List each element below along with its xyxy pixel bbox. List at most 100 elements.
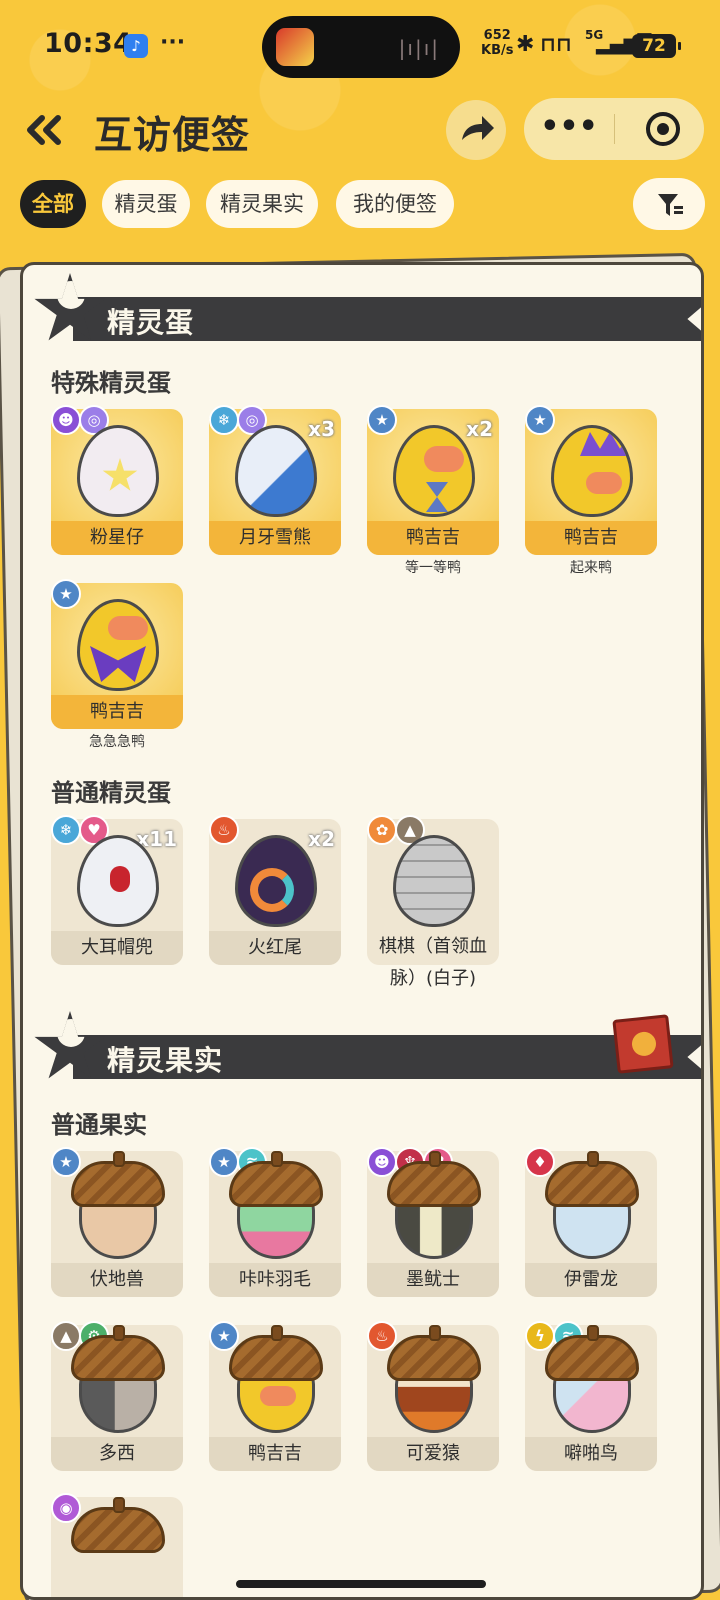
notes-paper: 精灵蛋 特殊精灵蛋 ☻ ◎ 粉星仔 ❄ ◎ x3 月牙雪熊 ★ x2 鸭吉吉 等… [20, 262, 704, 1600]
leader-attr-icon: ✿ [367, 815, 397, 845]
egg-variant: 等一等鸭 [405, 560, 461, 576]
tab-fruits[interactable]: 精灵果实 [206, 180, 318, 228]
tab-my-notes[interactable]: 我的便签 [336, 180, 454, 228]
egg-tile[interactable]: ☻ ◎ 粉星仔 [51, 405, 183, 555]
section-title-fruits: 精灵果实 [107, 1044, 224, 1077]
fruit-tile[interactable]: ★ 伏地兽 [51, 1147, 183, 1297]
egg-variant: 急急急鸭 [89, 734, 145, 750]
egg-tile[interactable]: ❄ ♥ x11 大耳帽兜 [51, 815, 183, 965]
magic-attr-icon: ◉ [51, 1493, 81, 1523]
subhead-special-eggs: 特殊精灵蛋 [51, 369, 171, 397]
fruit-tile[interactable]: ★ ≋ 咔咔羽毛 [209, 1147, 341, 1297]
fire-attr-icon: ♨ [209, 815, 239, 845]
ghost-attr-icon: ☻ [51, 405, 81, 435]
subhead-normal-eggs: 普通精灵蛋 [51, 779, 171, 807]
game-app-icon [276, 28, 314, 66]
egg-name: 鸭吉吉 [525, 521, 657, 555]
egg-name: 月牙雪熊 [209, 521, 341, 555]
acorn-cap [229, 1161, 323, 1207]
share-button[interactable] [446, 100, 506, 160]
dynamic-island[interactable]: |ı|ı| [262, 16, 460, 78]
monkey-badge-icon [612, 1014, 674, 1074]
status-bar: 10:34 ♪ ··· |ı|ı| 652 KB/s ✱ ⊓⊓ 5G ▂▄▆█ … [0, 0, 720, 90]
fruit-tile[interactable]: ϟ ≋ 噼啪鸟 [525, 1321, 657, 1471]
fruit-tile-partial[interactable]: ◉ [51, 1493, 183, 1597]
acorn-cap [71, 1335, 165, 1381]
section-banner-eggs: 精灵蛋 [33, 273, 701, 341]
egg-name: 火红尾 [209, 931, 341, 965]
notification-app-icon: ♪ [124, 34, 148, 58]
fruit-tile[interactable]: ★ 鸭吉吉 [209, 1321, 341, 1471]
more-notifications-icon: ··· [160, 30, 186, 55]
page-title: 互访便签 [94, 113, 251, 157]
fruit-tile[interactable]: ▲ ⚙ 多西 [51, 1321, 183, 1471]
egg-tile[interactable]: ❄ ◎ x3 月牙雪熊 [209, 405, 341, 555]
audio-wave-icon: |ı|ı| [398, 36, 440, 60]
dragon-attr-icon: ♦ [525, 1147, 555, 1177]
bluetooth-icon: ✱ [516, 32, 535, 57]
egg-name: 大耳帽兜 [51, 931, 183, 965]
fruit-name: 咔咔羽毛 [209, 1263, 341, 1297]
ice-attr-icon: ❄ [51, 815, 81, 845]
section-title-eggs: 精灵蛋 [107, 306, 195, 339]
subhead-normal-fruits: 普通果实 [51, 1111, 147, 1139]
electric-attr-icon: ϟ [525, 1321, 555, 1351]
normal-attr-icon: ★ [525, 405, 555, 435]
ice-attr-icon: ❄ [209, 405, 239, 435]
egg-name-line1: 棋棋（首领血 [379, 936, 487, 957]
double-chevron-left-icon [27, 115, 61, 145]
filter-button[interactable] [633, 178, 705, 230]
fruit-name: 可爱猿 [367, 1437, 499, 1471]
egg-tile[interactable]: ★ 鸭吉吉 起来鸭 [525, 405, 657, 576]
ghost-attr-icon: ☻ [367, 1147, 397, 1177]
normal-attr-icon: ★ [209, 1147, 239, 1177]
egg-name: 鸭吉吉 [51, 695, 183, 729]
acorn-cap [387, 1161, 481, 1207]
egg-tile[interactable]: ♨ x2 火红尾 [209, 815, 341, 965]
egg-tile[interactable]: ★ 鸭吉吉 急急急鸭 [51, 579, 183, 750]
normal-attr-icon: ★ [51, 579, 81, 609]
fire-attr-icon: ♨ [367, 1321, 397, 1351]
normal-attr-icon: ★ [209, 1321, 239, 1351]
fruit-tile[interactable]: ♨ 可爱猿 [367, 1321, 499, 1471]
capsule-divider [614, 114, 615, 144]
normal-attr-icon: ★ [367, 405, 397, 435]
mini-program-capsule: ••• [524, 98, 704, 160]
egg-tile[interactable]: ★ x2 鸭吉吉 等一等鸭 [367, 405, 499, 576]
normal-attr-icon: ★ [51, 1147, 81, 1177]
tab-eggs[interactable]: 精灵蛋 [102, 180, 190, 228]
egg-variant: 起来鸭 [570, 560, 612, 576]
fruit-tile[interactable]: ♦ 伊雷龙 [525, 1147, 657, 1297]
fruit-name: 噼啪鸟 [525, 1437, 657, 1471]
battery-indicator: 72 [632, 34, 681, 58]
fruit-name: 伊雷龙 [525, 1263, 657, 1297]
egg-name: 粉星仔 [51, 521, 183, 555]
acorn-cap [71, 1507, 165, 1553]
fruit-tile[interactable]: ☻ ♆ ♥ 墨鱿士 [367, 1147, 499, 1297]
fruit-name: 伏地兽 [51, 1263, 183, 1297]
section-banner-fruits: 精灵果实 [33, 1011, 701, 1079]
acorn-cap [229, 1335, 323, 1381]
acorn-cap [387, 1335, 481, 1381]
egg-quantity: x2 [466, 417, 493, 441]
home-indicator[interactable] [236, 1580, 486, 1588]
egg-name-line2: 脉）(白子) [389, 968, 477, 989]
close-mini-program-button[interactable] [646, 112, 680, 146]
earbuds-icon: ⊓⊓ [540, 32, 572, 56]
egg-quantity: x3 [308, 417, 335, 441]
acorn-cap [71, 1161, 165, 1207]
filter-icon [658, 194, 683, 216]
back-button[interactable] [22, 108, 66, 152]
acorn-cap [545, 1161, 639, 1207]
tab-all[interactable]: 全部 [20, 180, 86, 228]
status-time: 10:34 [44, 28, 133, 59]
fruit-name: 墨鱿士 [367, 1263, 499, 1297]
egg-tile[interactable]: ✿ ▲ 棋棋（首领血 脉）(白子) [367, 815, 499, 989]
share-arrow-icon [462, 116, 494, 140]
egg-name: 棋棋（首领血 脉）(白子) [363, 931, 503, 995]
more-options-button[interactable]: ••• [524, 98, 614, 160]
network-speed: 652 KB/s [481, 28, 513, 58]
network-speed-unit: KB/s [481, 43, 514, 58]
egg-quantity: x2 [308, 827, 335, 851]
mountain-attr-icon: ▲ [51, 1321, 81, 1351]
